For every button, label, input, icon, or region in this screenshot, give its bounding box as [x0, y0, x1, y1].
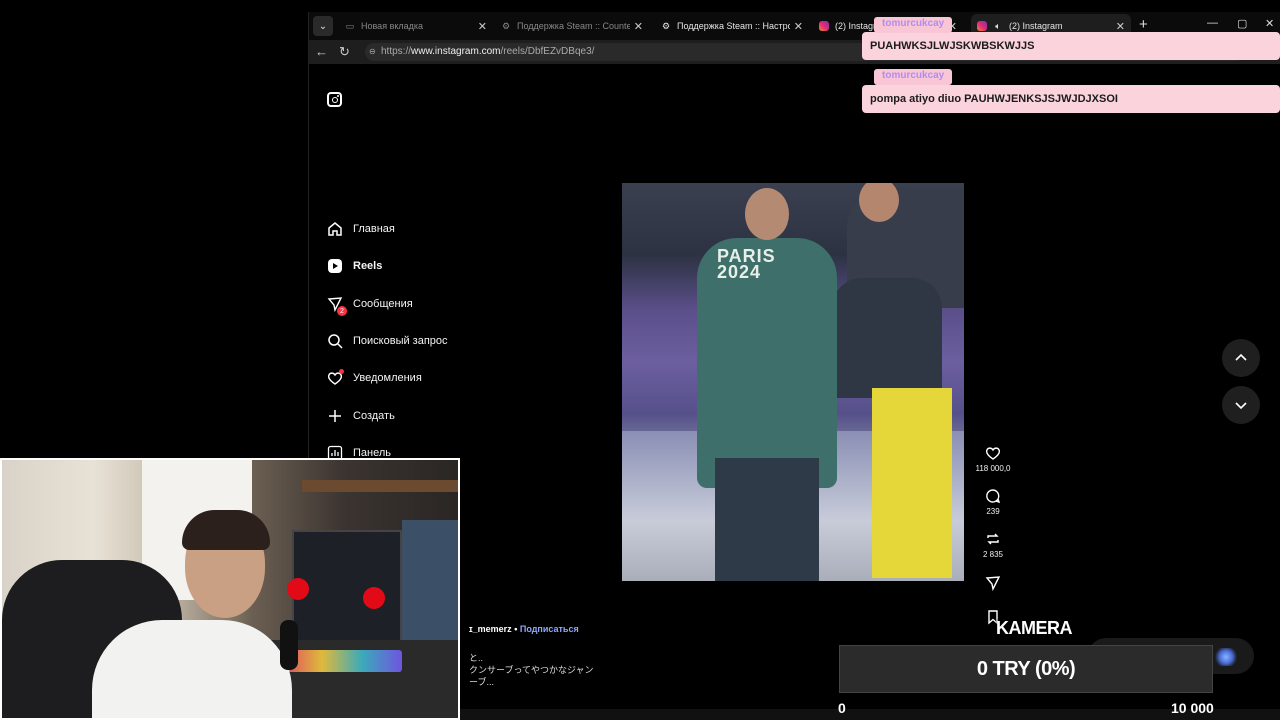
page-icon: ▭	[345, 20, 355, 31]
goal-min-value: 0	[838, 700, 846, 716]
tab-steam-support-settings[interactable]: ⚙ Поддержка Steam :: Настройка п ✕	[655, 14, 809, 38]
microphone-icon	[280, 620, 298, 670]
donation-goal-label: 0 TRY (0%)	[976, 657, 1076, 680]
turkish-flag-icon	[363, 587, 385, 609]
close-icon[interactable]: ✕	[1116, 20, 1125, 33]
sparkle-icon	[1213, 648, 1239, 666]
site-info-icon[interactable]: ⊖	[369, 43, 376, 61]
notification-dot	[339, 369, 344, 374]
repost-icon	[973, 530, 1013, 548]
home-icon	[327, 221, 343, 237]
turkish-flag-icon	[287, 578, 309, 600]
chevron-down-icon	[1235, 402, 1247, 410]
sidebar-item-label: Reels	[353, 260, 383, 272]
tab-list-button[interactable]: ⌄	[313, 16, 333, 36]
heart-icon	[973, 444, 1013, 462]
comment-count: 239	[986, 507, 1000, 516]
share-button[interactable]	[973, 574, 1013, 594]
instagram-icon	[977, 21, 987, 31]
close-icon[interactable]: ✕	[634, 20, 643, 33]
minimize-icon[interactable]: —	[1207, 17, 1218, 29]
url-host: www.instagram.com	[411, 46, 501, 57]
tab-title: (2) Instagram	[1009, 21, 1063, 31]
kamera-label: KAMERA	[996, 618, 1073, 638]
chat-message-text: PUAHWKSJLWJSKWBSKWJJS	[870, 40, 1035, 52]
like-count: 118 000,0	[975, 464, 1011, 473]
sidebar-item-home[interactable]: Главная	[327, 219, 395, 239]
sidebar-item-label: Создать	[353, 410, 395, 422]
reload-icon[interactable]: ↻	[339, 44, 350, 60]
chat-username: tomurcukcay	[874, 17, 953, 33]
sidebar-item-label: Сообщения	[353, 298, 413, 310]
separator: •	[514, 624, 518, 634]
sidebar-item-label: Главная	[353, 223, 395, 235]
comment-icon	[973, 487, 1013, 505]
like-button[interactable]: 118 000,0	[973, 444, 1013, 473]
sidebar-item-create[interactable]: Создать	[327, 406, 395, 426]
url-scheme: https://	[381, 46, 412, 57]
maximize-icon[interactable]: ▢	[1237, 17, 1247, 30]
instagram-logo-icon[interactable]	[327, 92, 342, 107]
steam-icon: ⚙	[501, 20, 511, 31]
reel-player[interactable]: PARIS 2024	[622, 77, 964, 685]
shirt-text: PARIS 2024	[717, 246, 776, 282]
tab-steam-support-cs[interactable]: ⚙ Поддержка Steam :: Counter-Strike ✕	[495, 14, 649, 38]
tab-title: Поддержка Steam :: Counter-Strike	[517, 21, 630, 31]
close-icon[interactable]: ✕	[478, 20, 487, 33]
webcam-feed	[0, 458, 460, 720]
reel-author: ɪ_memerz • Подписаться	[469, 624, 579, 634]
heart-icon	[327, 369, 344, 386]
tab-title: Новая вкладка	[361, 21, 424, 31]
close-icon[interactable]: ✕	[794, 20, 803, 33]
new-tab-button[interactable]: +	[1139, 16, 1148, 33]
donation-goal-bar: 0 TRY (0%)	[839, 645, 1213, 693]
steam-icon: ⚙	[661, 20, 671, 31]
chat-message: pompa atiyo diuo PAUHWJENKSJSJWJDJXSOI	[862, 85, 1280, 113]
sidebar-item-label: Уведомления	[353, 372, 422, 384]
sidebar-item-notifications[interactable]: Уведомления	[327, 368, 422, 388]
reels-icon	[327, 258, 343, 274]
plus-icon	[327, 408, 343, 424]
share-icon	[973, 574, 1013, 592]
sidebar-item-label: Поисковый запрос	[353, 335, 448, 347]
sidebar-item-messages[interactable]: 2 Сообщения	[327, 294, 413, 316]
instagram-icon	[819, 21, 829, 31]
sidebar-item-search[interactable]: Поисковый запрос	[327, 331, 448, 351]
speaker-icon[interactable]: 🔈︎	[993, 21, 1003, 31]
sidebar-item-reels[interactable]: Reels	[327, 256, 382, 276]
next-reel-button[interactable]	[1222, 386, 1260, 424]
goal-max-value: 10 000	[1171, 700, 1214, 716]
chat-message: PUAHWKSJLWJSKWBSKWJJS	[862, 32, 1280, 60]
repost-count: 2 835	[982, 550, 1004, 559]
reel-caption[interactable]: と.. クンサーブってやつかなジャン ーブ...	[469, 652, 594, 688]
repost-button[interactable]: 2 835	[973, 530, 1013, 559]
search-icon	[327, 333, 343, 349]
comment-button[interactable]: 239	[973, 487, 1013, 516]
reel-video[interactable]: PARIS 2024	[622, 183, 964, 581]
chat-username: tomurcukcay	[874, 69, 953, 85]
messages-icon: 2	[327, 296, 347, 316]
tab-title: Поддержка Steam :: Настройка п	[677, 21, 790, 31]
previous-reel-button[interactable]	[1222, 339, 1260, 377]
screen: ⌄ ▭ Новая вкладка ✕ ⚙ Поддержка Steam ::…	[0, 0, 1280, 720]
notification-badge: 2	[337, 306, 347, 316]
chevron-up-icon	[1235, 353, 1247, 361]
author-name[interactable]: ɪ_memerz	[469, 624, 512, 634]
tab-new-tab[interactable]: ▭ Новая вкладка ✕	[339, 14, 493, 38]
follow-button[interactable]: Подписаться	[520, 624, 579, 634]
window-close-icon[interactable]: ✕	[1265, 17, 1274, 30]
back-icon[interactable]: ←	[315, 44, 328, 59]
chat-message-text: pompa atiyo diuo PAUHWJENKSJSJWJDJXSOI	[870, 93, 1118, 105]
url-path: /reels/DbfEZvDBqe3/	[500, 46, 595, 57]
